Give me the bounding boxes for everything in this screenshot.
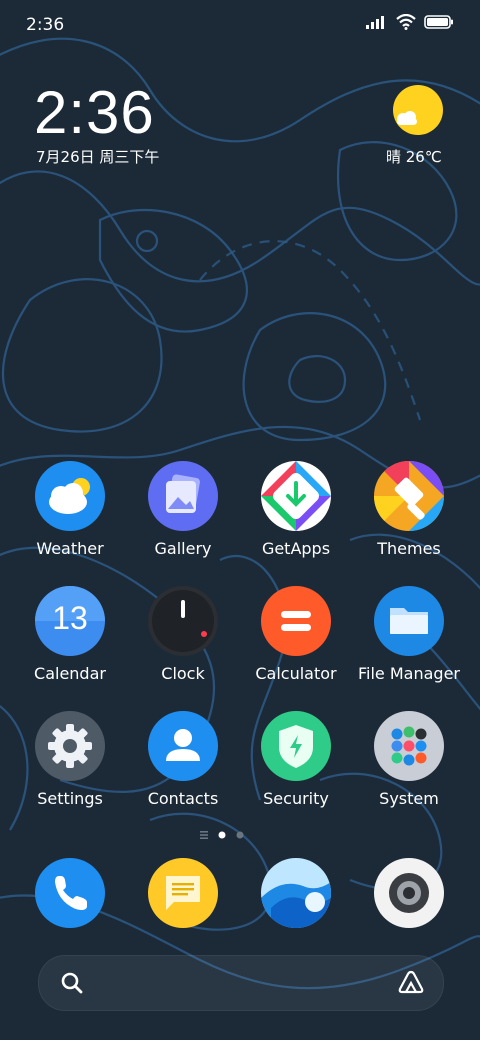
security-shield-icon — [261, 711, 331, 781]
search-bar[interactable] — [38, 955, 444, 1011]
app-label: Calendar — [34, 664, 106, 683]
weather-widget-text[interactable]: 晴 26℃ — [386, 146, 442, 167]
app-label: Clock — [161, 664, 205, 683]
search-icon — [61, 972, 83, 994]
status-time: 2:36 — [26, 15, 65, 35]
themes-icon — [374, 461, 444, 531]
contacts-icon — [148, 711, 218, 781]
app-contacts[interactable]: Contacts — [127, 711, 239, 808]
getapps-icon — [261, 461, 331, 531]
app-clock[interactable]: Clock — [127, 586, 239, 683]
messages-icon — [148, 858, 218, 928]
browser-icon — [261, 858, 331, 928]
app-calculator[interactable]: Calculator — [240, 586, 352, 683]
page-dot-active — [218, 831, 226, 839]
status-bar: 2:36 — [0, 0, 480, 50]
calculator-icon — [261, 586, 331, 656]
app-label: File Manager — [358, 664, 460, 683]
app-label: System — [379, 789, 439, 808]
camera-icon — [374, 858, 444, 928]
app-gallery[interactable]: Gallery — [127, 461, 239, 558]
dock-phone[interactable] — [14, 858, 126, 928]
weather-sun-icon[interactable] — [392, 84, 444, 136]
dock-messages[interactable] — [127, 858, 239, 928]
system-folder-icon — [374, 711, 444, 781]
app-settings[interactable]: Settings — [14, 711, 126, 808]
app-system-folder[interactable]: System — [353, 711, 465, 808]
calendar-icon: 13 — [35, 586, 105, 656]
phone-icon — [35, 858, 105, 928]
app-label: Security — [263, 789, 329, 808]
app-label: Gallery — [154, 539, 212, 558]
app-weather[interactable]: Weather — [14, 461, 126, 558]
app-label: Themes — [377, 539, 441, 558]
dock-browser[interactable] — [240, 858, 352, 928]
gallery-icon — [148, 461, 218, 531]
clock-icon — [148, 586, 218, 656]
page-dot — [236, 831, 244, 839]
battery-icon — [424, 15, 453, 29]
calendar-date-badge: 13 — [52, 600, 88, 636]
page-indicator[interactable] — [0, 828, 480, 842]
app-calendar[interactable]: 13 Calendar — [14, 586, 126, 683]
app-getapps[interactable]: GetApps — [240, 461, 352, 558]
app-security[interactable]: Security — [240, 711, 352, 808]
app-file-manager[interactable]: File Manager — [353, 586, 465, 683]
app-label: Contacts — [147, 789, 219, 808]
menu-lines-icon — [200, 831, 208, 839]
app-label: Calculator — [255, 664, 337, 683]
app-label: GetApps — [261, 539, 331, 558]
dock-camera[interactable] — [353, 858, 465, 928]
app-label: Settings — [37, 789, 103, 808]
weather-icon — [35, 461, 105, 531]
signal-icon — [366, 16, 384, 29]
wifi-icon — [396, 14, 416, 30]
folder-icon — [374, 586, 444, 656]
clock-widget-date[interactable]: 7月26日 周三下午 — [36, 146, 159, 167]
clock-widget-time[interactable]: 2:36 — [34, 78, 155, 147]
app-label: Weather — [36, 539, 104, 558]
assistant-icon[interactable] — [397, 969, 425, 995]
app-themes[interactable]: Themes — [353, 461, 465, 558]
gear-icon — [35, 711, 105, 781]
